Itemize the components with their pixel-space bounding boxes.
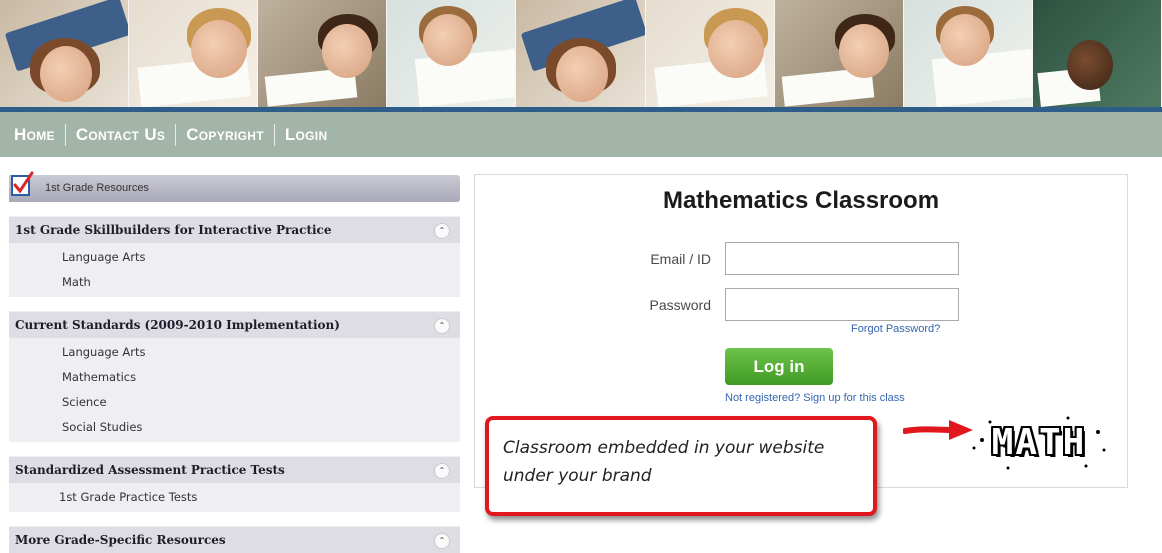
header-banner — [0, 0, 1162, 107]
section-header[interactable]: More Grade-Specific Resources ⌃ — [9, 526, 460, 553]
banner-photo — [1032, 0, 1162, 107]
collapse-icon[interactable]: ⌃ — [434, 533, 450, 549]
nav-login[interactable]: Login — [275, 125, 338, 145]
section-links: Language Arts Mathematics Science Social… — [9, 338, 460, 442]
banner-photo — [903, 0, 1033, 107]
sidebar-section: Standardized Assessment Practice Tests ⌃… — [9, 456, 460, 512]
nav-contact-us[interactable]: Contact Us — [66, 125, 175, 145]
banner-photo — [387, 0, 517, 107]
banner-photo — [645, 0, 775, 107]
section-links: Language Arts Math — [9, 243, 460, 297]
classroom-title: Mathematics Classroom — [662, 187, 940, 214]
forgot-password-link[interactable]: Forgot Password? — [851, 323, 940, 335]
math-logo-text: MATH — [991, 422, 1087, 463]
section-heading: More Grade-Specific Resources — [15, 533, 226, 547]
sidebar-link[interactable]: Language Arts — [9, 245, 460, 270]
sidebar-link[interactable]: Language Arts — [9, 340, 460, 365]
nav-home[interactable]: Home — [0, 125, 65, 145]
banner-photo — [774, 0, 904, 107]
sidebar: 1st Grade Resources 1st Grade Skillbuild… — [9, 171, 460, 553]
sidebar-link[interactable]: Math — [9, 270, 460, 295]
collapse-icon[interactable]: ⌃ — [434, 463, 450, 479]
checklist-icon — [11, 171, 34, 196]
email-label: Email / ID — [650, 251, 711, 267]
signup-link[interactable]: Not registered? Sign up for this class — [725, 392, 905, 404]
banner-photo — [516, 0, 646, 107]
nav-copyright[interactable]: Copyright — [176, 125, 274, 145]
section-heading: 1st Grade Skillbuilders for Interactive … — [15, 223, 332, 237]
email-field[interactable] — [725, 242, 959, 275]
sidebar-title: 1st Grade Resources — [45, 182, 149, 194]
section-header[interactable]: Standardized Assessment Practice Tests ⌃ — [9, 456, 460, 483]
section-heading: Current Standards (2009-2010 Implementat… — [15, 318, 340, 332]
callout-text: Classroom embedded in your website under… — [503, 438, 825, 486]
sidebar-link[interactable]: Mathematics — [9, 365, 460, 390]
banner-photo — [0, 0, 130, 107]
sidebar-section: 1st Grade Skillbuilders for Interactive … — [9, 216, 460, 297]
sidebar-section: More Grade-Specific Resources ⌃ — [9, 526, 460, 553]
login-button[interactable]: Log in — [725, 348, 833, 385]
arrow-right-icon — [903, 420, 973, 440]
callout-box: Classroom embedded in your website under… — [485, 416, 877, 516]
sidebar-link[interactable]: 1st Grade Practice Tests — [9, 485, 460, 510]
collapse-icon[interactable]: ⌃ — [434, 223, 450, 239]
section-header[interactable]: Current Standards (2009-2010 Implementat… — [9, 311, 460, 338]
sidebar-link[interactable]: Social Studies — [9, 415, 460, 440]
password-label: Password — [649, 297, 711, 313]
section-links: 1st Grade Practice Tests — [9, 483, 460, 512]
collapse-icon[interactable]: ⌃ — [434, 318, 450, 334]
banner-photo — [258, 0, 388, 107]
password-field[interactable] — [725, 288, 959, 321]
sidebar-link[interactable]: Science — [9, 390, 460, 415]
section-header[interactable]: 1st Grade Skillbuilders for Interactive … — [9, 216, 460, 243]
sidebar-section: Current Standards (2009-2010 Implementat… — [9, 311, 460, 442]
main-nav: Home Contact Us Copyright Login — [0, 112, 1162, 157]
math-logo: MATH — [968, 410, 1110, 474]
banner-photo — [129, 0, 259, 107]
sidebar-title-bar: 1st Grade Resources — [9, 171, 460, 202]
section-heading: Standardized Assessment Practice Tests — [15, 463, 285, 477]
